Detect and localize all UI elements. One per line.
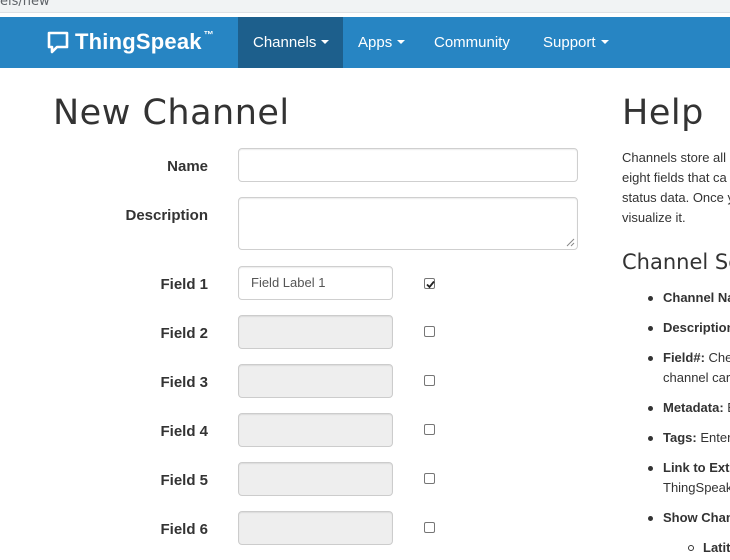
field-6-input[interactable] <box>238 511 393 545</box>
caret-down-icon <box>600 40 609 45</box>
help-title: Help <box>622 93 704 133</box>
name-label: Name <box>167 158 208 175</box>
caret-down-icon <box>321 40 330 45</box>
field-6-label: Field 6 <box>160 521 208 538</box>
bullet-icon <box>648 436 653 441</box>
bullet-icon <box>648 516 653 521</box>
field-3-checkbox[interactable] <box>424 375 435 386</box>
field-3-label: Field 3 <box>160 374 208 391</box>
nav-channels[interactable]: Channels <box>238 17 343 68</box>
help-item-term: Field#: <box>663 350 705 365</box>
top-navbar: ThingSpeak ™ Channels Apps Community Sup… <box>0 17 730 68</box>
field-2-checkbox[interactable] <box>424 326 435 337</box>
bullet-icon <box>648 356 653 361</box>
field-5-label: Field 5 <box>160 472 208 489</box>
bullet-icon <box>648 466 653 471</box>
bullet-icon <box>648 326 653 331</box>
field-4-label: Field 4 <box>160 423 208 440</box>
nav-community-label: Community <box>434 34 510 51</box>
field-4-checkbox[interactable] <box>424 424 435 435</box>
resize-handle-icon[interactable] <box>566 238 575 247</box>
help-intro-line: visualize it. <box>622 210 686 225</box>
field-1-checkbox[interactable] <box>424 278 435 289</box>
speech-bubble-icon <box>47 31 69 54</box>
checkmark-icon <box>426 280 435 289</box>
field-1-input[interactable]: Field Label 1 <box>238 266 393 300</box>
nav-support[interactable]: Support <box>528 17 624 68</box>
help-item-text: Chec <box>708 350 730 365</box>
help-item-term: Tags: <box>663 430 697 445</box>
brand-name: ThingSpeak <box>75 29 202 54</box>
name-input[interactable] <box>238 148 578 182</box>
help-item-field-line2: channel car <box>663 370 730 385</box>
field-6-checkbox[interactable] <box>424 522 435 533</box>
hollow-bullet-icon <box>688 545 694 551</box>
nav-channels-label: Channels <box>253 34 317 51</box>
browser-address-bar[interactable]: els/new <box>0 0 730 13</box>
help-intro-line: Channels store all <box>622 150 727 165</box>
bullet-icon <box>648 296 653 301</box>
help-item-show-channel: Show Chan <box>663 510 730 525</box>
description-textarea[interactable] <box>238 197 578 250</box>
field-2-label: Field 2 <box>160 325 208 342</box>
page-title: New Channel <box>53 93 290 133</box>
caret-down-icon <box>397 40 406 45</box>
field-5-input[interactable] <box>238 462 393 496</box>
help-item-term: Description <box>663 320 730 335</box>
help-item-term: Channel Na <box>663 290 730 305</box>
help-intro-line: eight fields that ca <box>622 170 727 185</box>
nav-apps[interactable]: Apps <box>343 17 419 68</box>
help-item-metadata: Metadata: E <box>663 400 730 415</box>
help-item-text: E <box>724 400 730 415</box>
description-label: Description <box>125 207 208 224</box>
brand-logo[interactable]: ThingSpeak ™ <box>46 27 214 57</box>
field-4-input[interactable] <box>238 413 393 447</box>
help-item-term: Link to Exte <box>663 460 730 475</box>
nav-apps-label: Apps <box>358 34 393 51</box>
help-item-description: Description <box>663 320 730 335</box>
help-item-link-external: Link to Exte <box>663 460 730 475</box>
help-item-channel-name: Channel Na <box>663 290 730 305</box>
help-item-term: Metadata: <box>663 400 724 415</box>
help-item-tags: Tags: Enter <box>663 430 730 445</box>
help-item-text: Enter <box>696 430 730 445</box>
field-2-input[interactable] <box>238 315 393 349</box>
nav-support-label: Support <box>543 34 596 51</box>
help-intro-line: status data. Once y <box>622 190 730 205</box>
help-subitem-latitude: Latit <box>703 540 730 555</box>
help-item-term: Show Chan <box>663 510 730 525</box>
help-item-field: Field#: Chec <box>663 350 730 365</box>
url-text: els/new <box>0 0 50 9</box>
field-5-checkbox[interactable] <box>424 473 435 484</box>
field-3-input[interactable] <box>238 364 393 398</box>
brand-trademark: ™ <box>203 29 214 41</box>
nav-community[interactable]: Community <box>419 17 528 68</box>
bullet-icon <box>648 406 653 411</box>
field-1-label: Field 1 <box>160 276 208 293</box>
help-item-link-external-line2: ThingSpeak <box>663 480 730 495</box>
help-section-title: Channel Se <box>622 250 730 274</box>
